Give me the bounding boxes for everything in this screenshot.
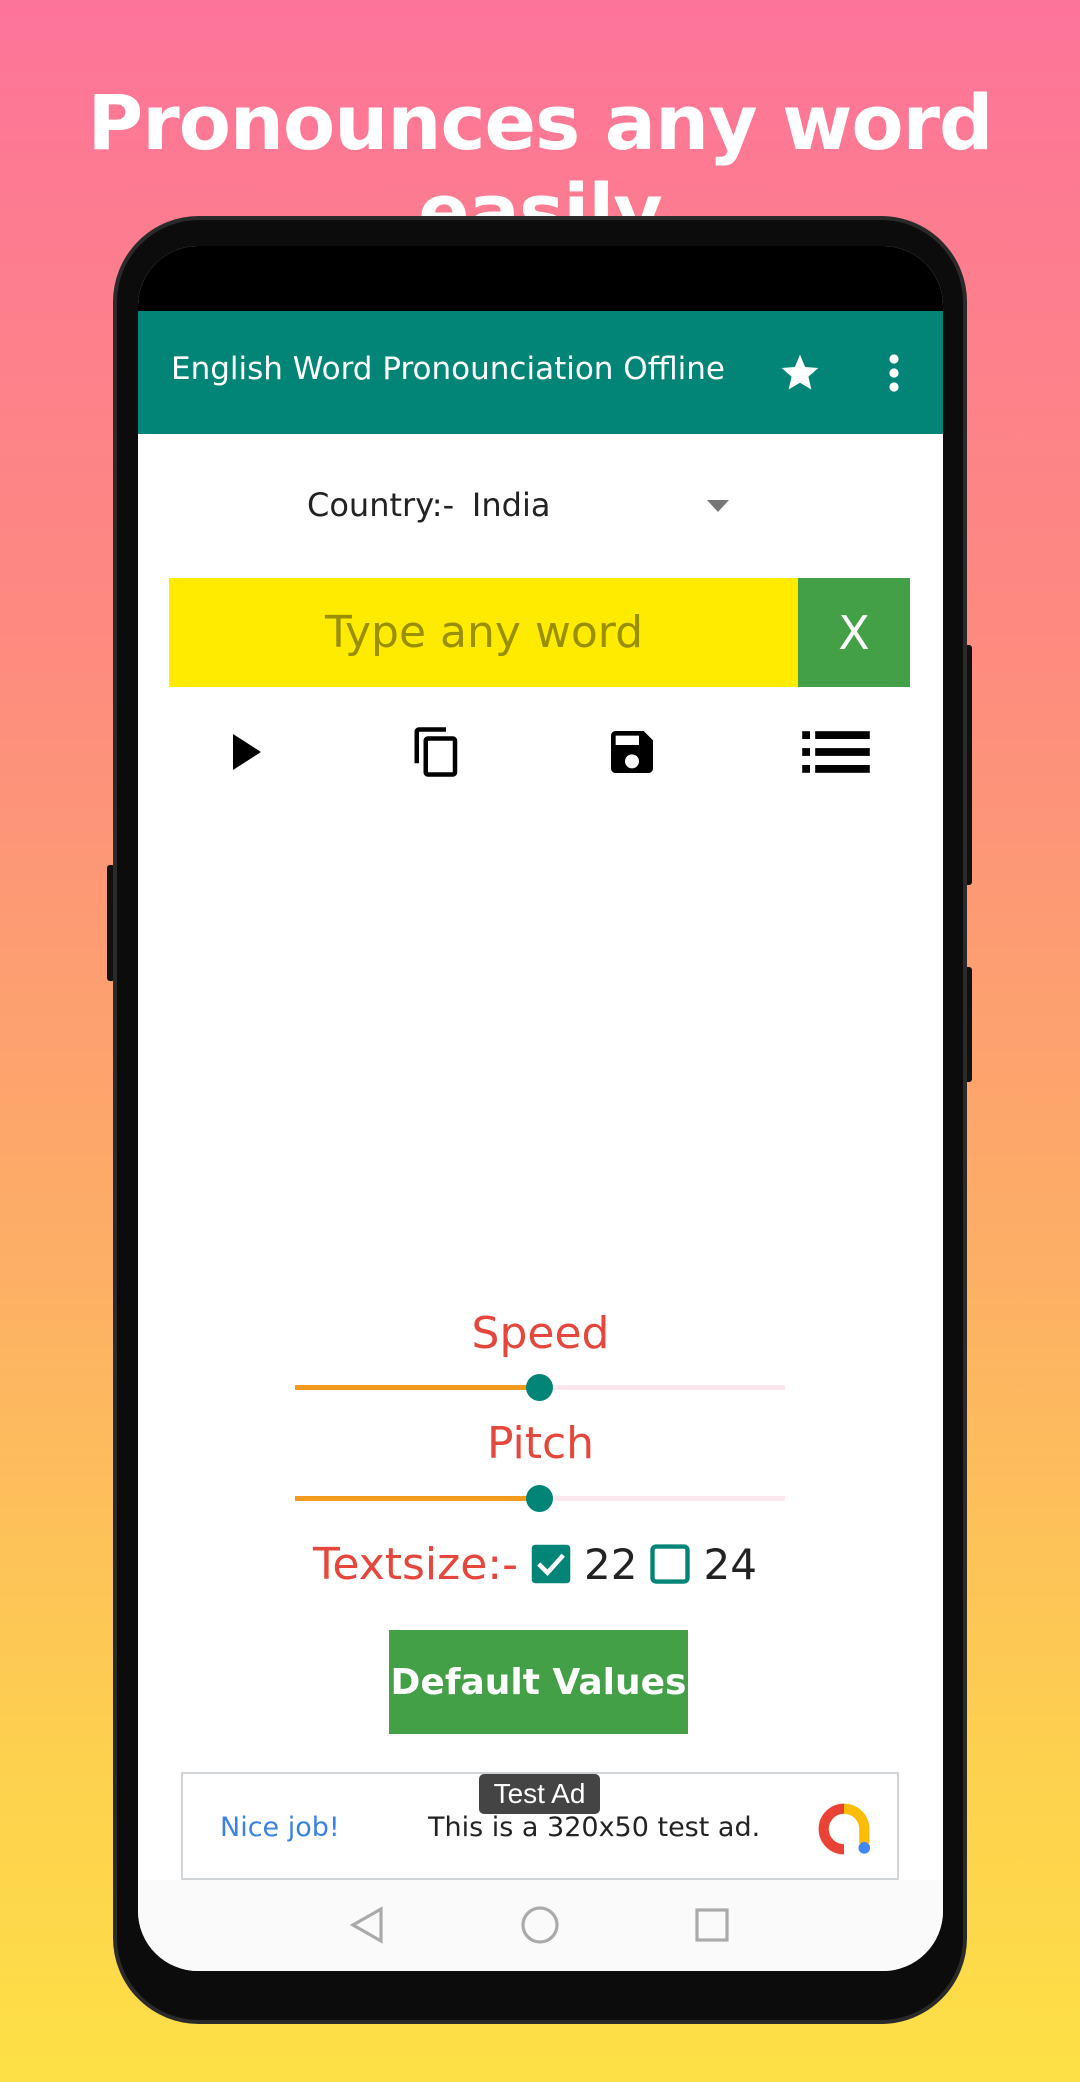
clear-button[interactable]: X (798, 578, 910, 687)
ad-text: This is a 320x50 test ad. (428, 1812, 761, 1843)
test-ad-badge: Test Ad (479, 1774, 600, 1814)
copy-icon[interactable] (410, 724, 464, 780)
speed-label: Speed (471, 1308, 610, 1359)
back-icon[interactable] (349, 1905, 385, 1945)
country-label: Country:- (307, 486, 455, 524)
country-value: India (471, 486, 551, 524)
default-values-button[interactable]: Default Values (389, 1630, 688, 1734)
more-vert-icon[interactable] (878, 349, 910, 397)
app-title: English Word Pronounciation Offline (171, 351, 726, 387)
play-icon[interactable] (221, 728, 269, 776)
country-spinner[interactable]: Country:- India (307, 486, 729, 536)
speed-slider[interactable] (295, 1374, 785, 1401)
textsize-option-24: 24 (703, 1539, 757, 1589)
app-bar: English Word Pronounciation Offline (138, 311, 943, 434)
list-icon[interactable] (802, 726, 870, 778)
speed-slider-thumb[interactable] (526, 1374, 553, 1401)
pitch-slider-fill (295, 1496, 540, 1501)
speed-slider-fill (295, 1385, 540, 1390)
ad-logo-icon (818, 1803, 871, 1855)
pitch-slider-thumb[interactable] (526, 1485, 553, 1512)
textsize-label: Textsize:- (313, 1538, 519, 1590)
home-icon[interactable] (520, 1905, 560, 1945)
status-bar (138, 246, 943, 311)
phone-screen: English Word Pronounciation Offline Coun… (138, 246, 943, 1971)
star-icon[interactable] (778, 351, 822, 395)
pitch-label: Pitch (486, 1418, 595, 1469)
dropdown-arrow-icon (707, 500, 729, 512)
word-input[interactable] (169, 578, 799, 687)
checkbox-24-unchecked-icon[interactable] (649, 1543, 691, 1585)
recents-icon[interactable] (694, 1907, 730, 1943)
pitch-slider[interactable] (295, 1485, 785, 1512)
textsize-row: Textsize:- 22 24 (313, 1536, 757, 1592)
textsize-option-22: 22 (584, 1539, 638, 1589)
ad-headline: Nice job! (220, 1812, 340, 1843)
checkbox-22-checked-icon[interactable] (530, 1543, 572, 1585)
save-icon[interactable] (604, 724, 660, 780)
navigation-bar (138, 1880, 943, 1971)
